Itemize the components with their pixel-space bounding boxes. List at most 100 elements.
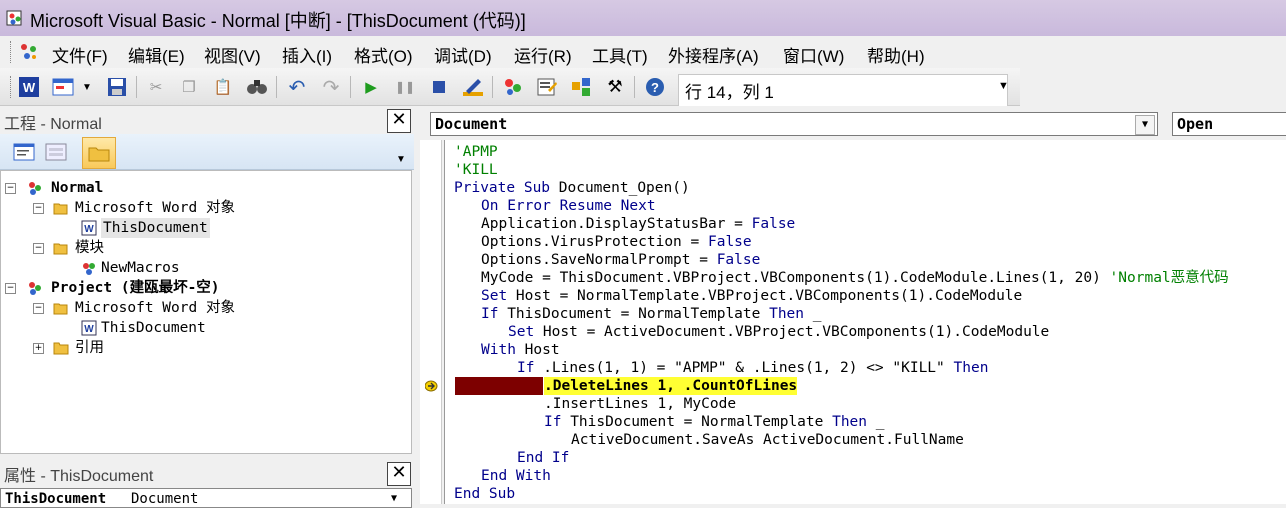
toolbar-separator [492,76,493,98]
menu-view[interactable]: 视图(V) [204,42,261,67]
insert-userform-icon[interactable] [52,76,74,98]
toolbar-options-icon[interactable]: ▼ [998,80,1009,92]
code-line: Options.SaveNormalPrompt = False [481,252,761,268]
menu-edit[interactable]: 编辑(E) [128,42,185,67]
properties-panel-title-bar: 属性 - ThisDocument ✕ [0,458,414,486]
toolbar-grip[interactable] [10,76,12,98]
execution-pointer-icon [425,380,438,392]
reset-icon[interactable] [428,76,450,98]
close-properties-panel-button[interactable]: ✕ [387,462,411,486]
properties-object-name: ThisDocument [5,491,107,507]
code-line: End If [517,450,570,466]
collapse-icon[interactable]: − [5,183,16,194]
properties-window-icon[interactable] [536,76,558,98]
view-code-icon[interactable] [10,138,38,166]
folder-open-icon [53,243,68,255]
dropdown-arrow-icon[interactable]: ▼ [80,76,94,98]
breakpoint-highlight [455,377,543,395]
menu-insert[interactable]: 插入(I) [282,42,332,67]
folder-open-icon [53,303,68,315]
word-document-icon: W [81,220,97,236]
window-title: Microsoft Visual Basic - Normal [中断] - [… [30,11,526,31]
project-toolbar-options-icon[interactable]: ▼ [396,154,406,165]
word-document-icon: W [81,320,97,336]
menu-tools[interactable]: 工具(T) [592,42,648,67]
code-editor[interactable]: 'APMP 'KILL Private Sub Document_Open() … [445,140,1286,504]
help-icon[interactable]: ? [644,76,666,98]
properties-object-type: Document [131,491,199,507]
chevron-down-icon[interactable]: ▼ [391,493,397,504]
folder-open-icon [53,203,68,215]
collapse-icon[interactable]: − [33,203,44,214]
svg-text:W: W [23,80,36,95]
expand-icon[interactable]: + [33,343,44,354]
cut-icon[interactable]: ✂ [145,76,167,98]
module-icon [83,263,95,275]
code-line: Options.VirusProtection = False [481,234,752,250]
project-tree: − Normal − Microsoft Word 对象 W ThisDocum… [0,170,412,454]
project-panel-toolbar: ▼ [0,134,414,170]
properties-panel-title: 属性 - ThisDocument [4,468,154,485]
code-margin-indicator-bar[interactable] [420,140,442,504]
project-explorer-icon[interactable] [502,76,524,98]
paste-icon[interactable]: 📋 [212,76,234,98]
code-line: MyCode = ThisDocument.VBProject.VBCompon… [481,270,1229,286]
menu-window[interactable]: 窗口(W) [783,42,844,67]
menu-bar: 文件(F) 编辑(E) 视图(V) 插入(I) 格式(O) 调试(D) 运行(R… [0,36,1286,68]
properties-object-combo[interactable]: ThisDocument Document ▼ [0,488,412,508]
object-browser-icon[interactable] [570,76,592,98]
menu-format[interactable]: 格式(O) [354,42,413,67]
code-line: 'APMP [454,144,498,160]
menu-addins[interactable]: 外接程序(A) [668,42,759,67]
toolbar-separator [634,76,635,98]
collapse-icon[interactable]: − [33,303,44,314]
vba-app-icon [6,10,22,26]
code-line: On Error Resume Next [481,198,656,214]
menubar-grip[interactable] [10,41,15,63]
svg-text:?: ? [651,80,659,95]
undo-icon[interactable]: ↶ [286,76,308,99]
menu-help[interactable]: 帮助(H) [867,42,925,67]
procedure-combo[interactable]: Open [1172,112,1286,136]
object-combo[interactable]: Document ▼ [430,112,1158,136]
code-line: Private Sub Document_Open() [454,180,690,196]
run-icon[interactable]: ▶ [360,76,382,98]
code-line: .InsertLines 1, MyCode [544,396,737,412]
cursor-position-readout: 行 14，列 1 [678,74,1008,108]
collapse-icon[interactable]: − [5,283,16,294]
code-line: ActiveDocument.SaveAs ActiveDocument.Ful… [571,432,964,448]
menu-file[interactable]: 文件(F) [52,42,108,67]
vba-project-icon [29,182,41,195]
vba-menu-icon[interactable] [18,41,40,63]
toolbar-separator [136,76,137,98]
collapse-icon[interactable]: − [33,243,44,254]
redo-icon[interactable]: ↷ [320,76,342,99]
menu-run[interactable]: 运行(R) [514,42,572,67]
break-icon[interactable]: ❚❚ [394,76,416,98]
menu-debug[interactable]: 调试(D) [434,42,492,67]
code-line: Set Host = ActiveDocument.VBProject.VBCo… [508,324,1050,340]
vba-project-icon [29,282,41,295]
svg-text:W: W [84,324,94,335]
view-object-icon[interactable] [42,138,70,166]
copy-icon[interactable]: ❐ [178,76,200,98]
code-line: End With [481,468,551,484]
procedure-combo-value: Open [1177,115,1214,133]
toolbox-icon[interactable]: ⚒ [604,76,626,98]
find-icon[interactable] [246,76,268,98]
design-mode-icon[interactable] [462,76,484,98]
folder-icon [53,342,69,355]
toggle-folders-icon[interactable] [82,137,116,169]
project-panel-title: 工程 - Normal [4,116,102,133]
code-line: If .Lines(1, 1) = "APMP" & .Lines(1, 2) … [517,360,989,376]
chevron-down-icon[interactable]: ▼ [1135,115,1155,135]
close-project-panel-button[interactable]: ✕ [387,109,411,133]
word-view-icon[interactable]: W [18,76,40,98]
code-line: 'KILL [454,162,498,178]
code-line: With Host [481,342,560,358]
save-icon[interactable] [106,76,128,98]
toolbar-separator [276,76,277,98]
project-panel-title-bar: 工程 - Normal ✕ [0,106,414,134]
standard-toolbar: W ▼ ✂ ❐ 📋 ↶ ↷ ▶ ❚❚ ⚒ ? 行 14，列 1 ▼ [0,68,1020,108]
object-combo-value: Document [435,115,508,133]
